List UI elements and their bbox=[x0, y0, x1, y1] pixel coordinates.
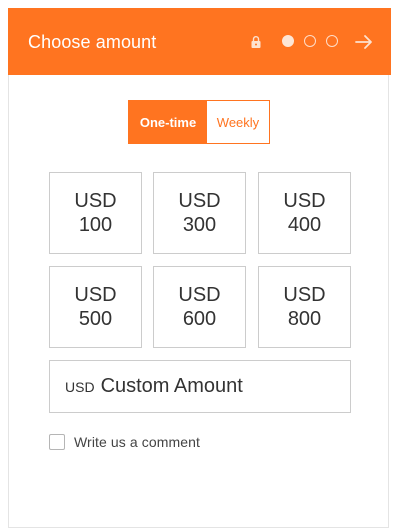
step-dot-3 bbox=[326, 35, 338, 47]
amount-option-600[interactable]: USD 600 bbox=[153, 266, 246, 348]
comment-label: Write us a comment bbox=[74, 434, 201, 450]
custom-amount-field[interactable]: USD bbox=[49, 360, 351, 413]
custom-amount-input[interactable] bbox=[100, 375, 321, 398]
lock-icon bbox=[251, 36, 261, 48]
amount-value: 800 bbox=[287, 308, 322, 330]
frequency-one-time-button[interactable]: One-time bbox=[129, 101, 207, 143]
header-bar: Choose amount bbox=[8, 8, 391, 75]
amount-option-300[interactable]: USD 300 bbox=[153, 172, 246, 254]
frequency-weekly-button[interactable]: Weekly bbox=[207, 101, 269, 143]
header-title: Choose amount bbox=[28, 32, 157, 52]
step-dot-2 bbox=[304, 35, 316, 47]
amount-option-400[interactable]: USD 400 bbox=[258, 172, 351, 254]
step-dot-1 bbox=[282, 35, 294, 47]
amount-value: 100 bbox=[78, 214, 113, 236]
amount-option-800[interactable]: USD 800 bbox=[258, 266, 351, 348]
amount-currency: USD bbox=[74, 190, 117, 212]
amount-currency: USD bbox=[178, 284, 221, 306]
amount-option-100[interactable]: USD 100 bbox=[49, 172, 142, 254]
amount-value: 300 bbox=[182, 214, 217, 236]
frequency-toggle: One-time Weekly bbox=[128, 100, 270, 144]
comment-option[interactable]: Write us a comment bbox=[49, 434, 200, 450]
amount-currency: USD bbox=[283, 284, 326, 306]
amount-currency: USD bbox=[283, 190, 326, 212]
amount-value: 600 bbox=[182, 308, 217, 330]
amount-option-500[interactable]: USD 500 bbox=[49, 266, 142, 348]
amount-currency: USD bbox=[74, 284, 117, 306]
amount-value: 500 bbox=[78, 308, 113, 330]
custom-amount-currency: USD bbox=[65, 378, 95, 395]
donation-widget: Choose amount One-time Weekly USD 100 US… bbox=[8, 8, 391, 528]
amount-value: 400 bbox=[287, 214, 322, 236]
amount-currency: USD bbox=[178, 190, 221, 212]
arrow-right-icon[interactable] bbox=[354, 32, 374, 52]
comment-checkbox[interactable] bbox=[49, 434, 65, 450]
